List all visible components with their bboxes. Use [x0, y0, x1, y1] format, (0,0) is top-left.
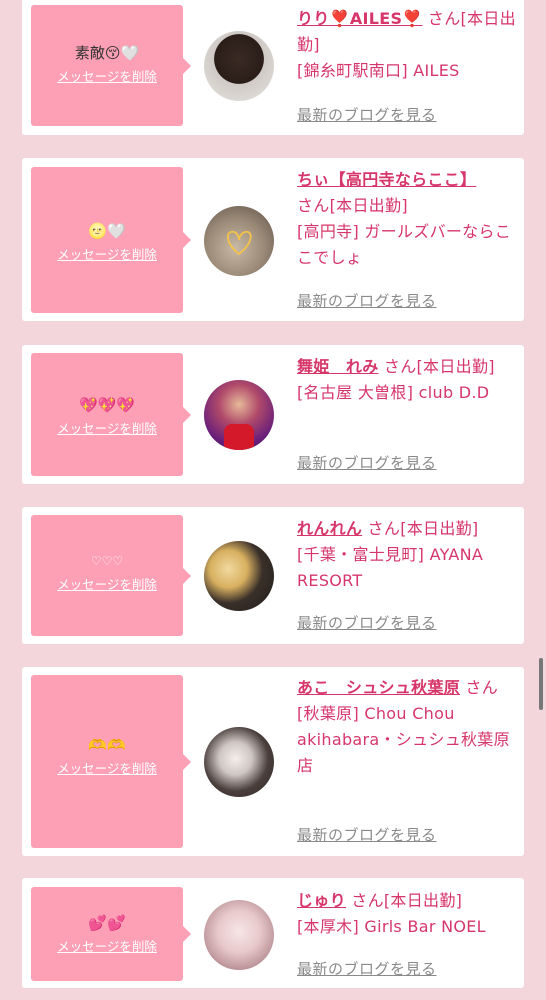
profile-info: じゅり さん[本日出勤] [本厚木] Girls Bar NOEL: [297, 888, 517, 940]
message-bubble: 🫶🫶 メッセージを削除: [31, 675, 191, 848]
latest-blog-link[interactable]: 最新のブログを見る: [297, 958, 437, 979]
avatar[interactable]: [204, 727, 274, 797]
latest-blog-link[interactable]: 最新のブログを見る: [297, 452, 437, 473]
message-card: 💕💕 メッセージを削除 じゅり さん[本日出勤] [本厚木] Girls Bar…: [22, 878, 524, 988]
store-text: [高円寺] ガールズバーならここでしょ: [297, 222, 512, 267]
store-text: [錦糸町駅南口] AILES: [297, 61, 460, 80]
store-text: [名古屋 大曽根] club D.D: [297, 383, 490, 402]
cast-name-link[interactable]: りり❣️AILES❣️: [297, 9, 423, 28]
delete-message-link[interactable]: メッセージを削除: [31, 761, 183, 777]
cast-name-link[interactable]: 舞姫 れみ: [297, 357, 379, 376]
message-bubble: 💖💖💖 メッセージを削除: [31, 353, 191, 476]
store-text: [秋葉原] Chou Chou akihabara・シュシュ秋葉原店: [297, 704, 510, 775]
delete-message-link[interactable]: メッセージを削除: [31, 421, 183, 437]
status-text: さん: [460, 678, 499, 697]
avatar[interactable]: [204, 31, 274, 101]
message-card: 🌝🤍 メッセージを削除 ちぃ【高円寺ならここ】 さん[本日出勤] [高円寺] ガ…: [22, 158, 524, 321]
message-card: 💖💖💖 メッセージを削除 舞姫 れみ さん[本日出勤] [名古屋 大曽根] cl…: [22, 345, 524, 484]
latest-blog-link[interactable]: 最新のブログを見る: [297, 104, 437, 125]
avatar[interactable]: [204, 900, 274, 970]
message-bubble: 💕💕 メッセージを削除: [31, 887, 191, 981]
profile-info: ちぃ【高円寺ならここ】 さん[本日出勤] [高円寺] ガールズバーならここでしょ: [297, 167, 517, 271]
profile-info: れんれん さん[本日出勤] [千葉・富士見町] AYANA RESORT: [297, 516, 517, 594]
status-text: さん[本日出勤]: [378, 357, 495, 376]
status-text: さん[本日出勤]: [345, 891, 463, 910]
message-bubble: 素敵😚🤍 メッセージを削除: [31, 5, 191, 126]
profile-info: りり❣️AILES❣️ さん[本日出勤] [錦糸町駅南口] AILES: [297, 6, 517, 84]
store-text: [千葉・富士見町] AYANA RESORT: [297, 545, 484, 590]
profile-info: 舞姫 れみ さん[本日出勤] [名古屋 大曽根] club D.D: [297, 354, 517, 406]
cast-name-link[interactable]: れんれん: [297, 519, 362, 538]
message-text: 🫶🫶: [88, 736, 126, 754]
message-text: ♡♡♡: [90, 554, 124, 568]
cast-name-link[interactable]: じゅり: [297, 891, 346, 910]
latest-blog-link[interactable]: 最新のブログを見る: [297, 824, 437, 845]
store-text: [本厚木] Girls Bar NOEL: [297, 917, 486, 936]
cast-name-link[interactable]: あこ シュシュ秋葉原: [297, 678, 460, 697]
message-bubble: 🌝🤍 メッセージを削除: [31, 167, 191, 313]
message-card: ♡♡♡ メッセージを削除 れんれん さん[本日出勤] [千葉・富士見町] AYA…: [22, 507, 524, 644]
message-card: 🫶🫶 メッセージを削除 あこ シュシュ秋葉原 さん [秋葉原] Chou Cho…: [22, 667, 524, 856]
message-card: 素敵😚🤍 メッセージを削除 りり❣️AILES❣️ さん[本日出勤] [錦糸町駅…: [22, 0, 524, 135]
message-text: 💖💖💖: [78, 396, 136, 414]
latest-blog-link[interactable]: 最新のブログを見る: [297, 290, 437, 311]
heart-doodle-icon: [226, 230, 252, 256]
latest-blog-link[interactable]: 最新のブログを見る: [297, 612, 437, 633]
delete-message-link[interactable]: メッセージを削除: [31, 69, 183, 85]
profile-info: あこ シュシュ秋葉原 さん [秋葉原] Chou Chou akihabara・…: [297, 675, 517, 779]
message-text: 🌝🤍: [88, 222, 126, 240]
status-text: さん[本日出勤]: [297, 196, 408, 215]
delete-message-link[interactable]: メッセージを削除: [31, 939, 183, 955]
message-text: 💕💕: [88, 914, 126, 932]
avatar[interactable]: [204, 206, 274, 276]
message-text: 素敵😚🤍: [74, 44, 140, 62]
status-text: さん[本日出勤]: [362, 519, 479, 538]
message-bubble: ♡♡♡ メッセージを削除: [31, 515, 191, 636]
delete-message-link[interactable]: メッセージを削除: [31, 577, 183, 593]
scrollbar[interactable]: [539, 658, 543, 710]
avatar[interactable]: [204, 541, 274, 611]
avatar[interactable]: [204, 380, 274, 450]
cast-name-link[interactable]: ちぃ【高円寺ならここ】: [297, 170, 476, 189]
delete-message-link[interactable]: メッセージを削除: [31, 247, 183, 263]
